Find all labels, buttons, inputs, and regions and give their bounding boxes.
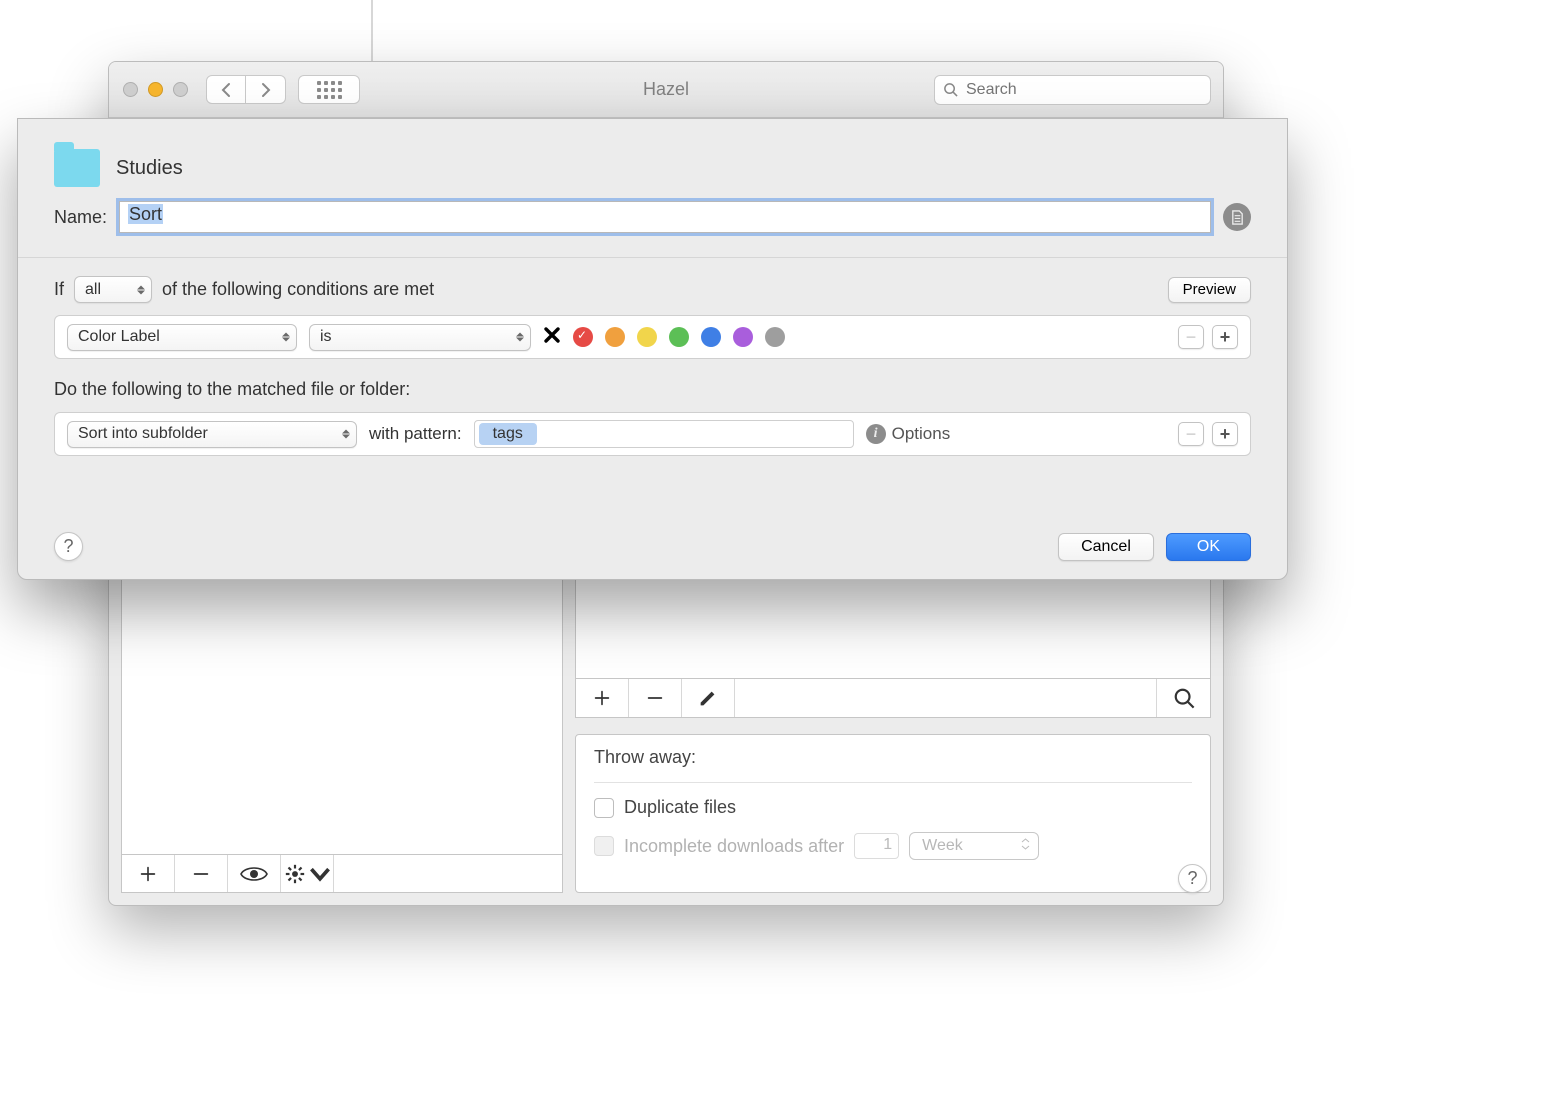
divider [18, 257, 1287, 258]
if-suffix: of the following conditions are met [162, 279, 434, 300]
clear-color-button[interactable] [543, 326, 561, 349]
preview-folder-button[interactable] [228, 855, 281, 892]
conditions-header: If all of the following conditions are m… [54, 276, 1251, 303]
condition-attribute-label: Color Label [78, 328, 160, 346]
remove-folder-button[interactable] [175, 855, 228, 892]
minimize-window-button[interactable] [148, 82, 163, 97]
sheet-help-button[interactable]: ? [54, 532, 83, 561]
match-mode-select[interactable]: all [74, 276, 152, 303]
color-label-purple[interactable] [733, 327, 753, 347]
match-mode-label: all [85, 281, 101, 299]
page-divider [371, 0, 373, 61]
nav-buttons [206, 75, 286, 104]
condition-operator-select[interactable]: is [309, 324, 531, 351]
x-icon [543, 326, 561, 344]
document-icon [1230, 210, 1245, 225]
folder-header: Studies [54, 149, 1251, 187]
rules-toolbar [575, 678, 1211, 718]
toolbar-spacer [334, 855, 562, 892]
condition-attribute-select[interactable]: Color Label [67, 324, 297, 351]
condition-operator-label: is [320, 328, 332, 346]
incomplete-downloads-label: Incomplete downloads after [624, 836, 844, 857]
chevron-left-icon [221, 82, 232, 98]
search-wrap [934, 75, 1211, 105]
preview-button[interactable]: Preview [1168, 277, 1251, 303]
search-icon [1173, 687, 1195, 709]
minus-icon [644, 687, 666, 709]
divider [594, 782, 1192, 783]
color-label-yellow[interactable] [637, 327, 657, 347]
sheet-footer: ? Cancel OK [54, 532, 1251, 561]
pattern-field[interactable]: tags [474, 420, 854, 448]
if-prefix: If [54, 279, 64, 300]
show-all-button[interactable] [298, 75, 360, 104]
options-label: Options [892, 424, 951, 444]
rule-editor-sheet: Studies Name: Sort If all of the followi… [17, 118, 1288, 580]
folders-toolbar [121, 854, 563, 893]
close-window-button[interactable] [123, 82, 138, 97]
action-label: Sort into subfolder [78, 425, 208, 443]
incomplete-downloads-checkbox[interactable] [594, 836, 614, 856]
ok-button[interactable]: OK [1166, 533, 1251, 561]
search-input[interactable] [964, 80, 1202, 100]
nav-back-button[interactable] [206, 75, 246, 104]
search-rules-button[interactable] [1156, 679, 1210, 717]
incomplete-downloads-unit-select[interactable]: Week [909, 832, 1039, 860]
throw-away-duplicate-row: Duplicate files [594, 797, 1192, 818]
throw-away-incomplete-row: Incomplete downloads after 1 Week [594, 832, 1192, 860]
duplicate-files-label: Duplicate files [624, 797, 736, 818]
zoom-window-button[interactable] [173, 82, 188, 97]
folder-actions-button[interactable] [281, 855, 334, 892]
color-label-orange[interactable] [605, 327, 625, 347]
incomplete-unit-label: Week [922, 837, 963, 855]
info-icon: i [866, 424, 886, 444]
throw-away-heading: Throw away: [594, 747, 1192, 768]
color-label-gray[interactable] [765, 327, 785, 347]
action-options[interactable]: i Options [866, 424, 951, 444]
gear-icon [284, 863, 306, 885]
actions-header: Do the following to the matched file or … [54, 379, 1251, 400]
cancel-button[interactable]: Cancel [1058, 533, 1154, 561]
grid-icon [317, 81, 342, 99]
duplicate-files-checkbox[interactable] [594, 798, 614, 818]
eye-icon [239, 864, 269, 884]
action-select[interactable]: Sort into subfolder [67, 421, 357, 448]
remove-condition-button[interactable]: − [1178, 325, 1204, 349]
traffic-lights [123, 82, 188, 97]
color-label-blue[interactable] [701, 327, 721, 347]
incomplete-downloads-value[interactable]: 1 [854, 833, 899, 859]
search-icon [943, 82, 958, 97]
search-field[interactable] [934, 75, 1211, 105]
add-condition-button[interactable]: + [1212, 325, 1238, 349]
folder-name: Studies [116, 157, 183, 180]
pencil-icon [697, 687, 719, 709]
folder-icon [54, 149, 100, 187]
rule-notes-button[interactable] [1223, 203, 1251, 231]
condition-row: Color Label is − + [54, 315, 1251, 359]
toolbar-spacer [735, 679, 1156, 717]
pattern-label: with pattern: [369, 424, 462, 444]
add-rule-button[interactable] [576, 679, 629, 717]
rule-name-row: Name: Sort [54, 201, 1251, 233]
add-action-button[interactable]: + [1212, 422, 1238, 446]
chevron-right-icon [260, 82, 271, 98]
pattern-token-tags[interactable]: tags [479, 423, 537, 445]
edit-rule-button[interactable] [682, 679, 735, 717]
rule-name-input[interactable]: Sort [119, 201, 1211, 233]
plus-icon [591, 687, 613, 709]
chevron-down-icon [309, 863, 331, 885]
remove-action-button[interactable]: − [1178, 422, 1204, 446]
color-label-green[interactable] [669, 327, 689, 347]
throw-away-panel: Throw away: Duplicate files Incomplete d… [575, 734, 1211, 893]
titlebar: Hazel [109, 62, 1223, 118]
remove-rule-button[interactable] [629, 679, 682, 717]
plus-icon [137, 863, 159, 885]
nav-forward-button[interactable] [246, 75, 286, 104]
color-label-red[interactable] [573, 327, 593, 347]
action-row: Sort into subfolder with pattern: tags i… [54, 412, 1251, 456]
add-folder-button[interactable] [122, 855, 175, 892]
minus-icon [190, 863, 212, 885]
help-button[interactable]: ? [1178, 864, 1207, 893]
name-label: Name: [54, 207, 107, 228]
